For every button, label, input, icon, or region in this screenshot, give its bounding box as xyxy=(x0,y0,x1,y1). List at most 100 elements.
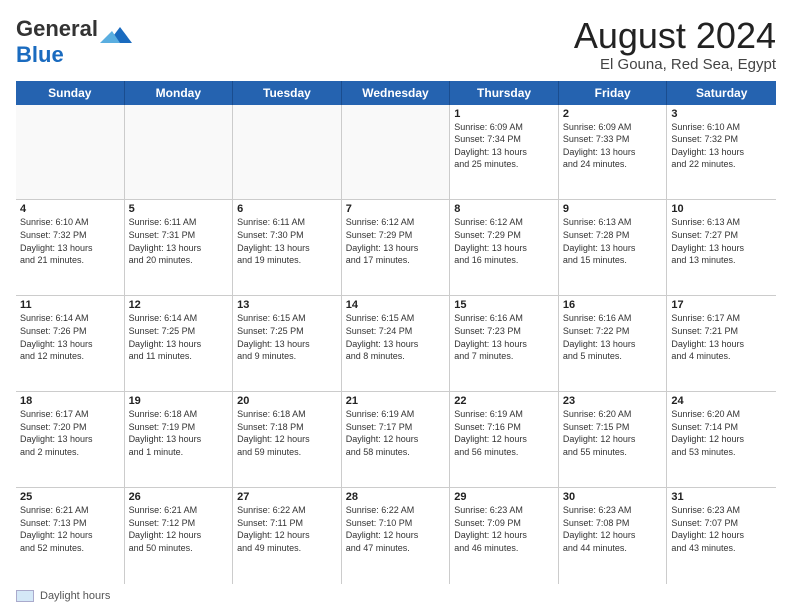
calendar-cell: 4Sunrise: 6:10 AM Sunset: 7:32 PM Daylig… xyxy=(16,200,125,295)
calendar-cell: 1Sunrise: 6:09 AM Sunset: 7:34 PM Daylig… xyxy=(450,105,559,200)
day-number: 11 xyxy=(20,299,120,311)
calendar-cell: 30Sunrise: 6:23 AM Sunset: 7:08 PM Dayli… xyxy=(559,488,668,584)
day-number: 27 xyxy=(237,491,337,503)
calendar-cell: 31Sunrise: 6:23 AM Sunset: 7:07 PM Dayli… xyxy=(667,488,776,584)
footer: Daylight hours xyxy=(16,590,776,602)
calendar-cell: 10Sunrise: 6:13 AM Sunset: 7:27 PM Dayli… xyxy=(667,200,776,295)
cell-info: Sunrise: 6:20 AM Sunset: 7:14 PM Dayligh… xyxy=(671,408,772,458)
calendar-row: 18Sunrise: 6:17 AM Sunset: 7:20 PM Dayli… xyxy=(16,392,776,488)
calendar-cell xyxy=(16,105,125,200)
calendar-cell: 2Sunrise: 6:09 AM Sunset: 7:33 PM Daylig… xyxy=(559,105,668,200)
header-day-saturday: Saturday xyxy=(667,81,776,105)
cell-info: Sunrise: 6:16 AM Sunset: 7:22 PM Dayligh… xyxy=(563,312,663,362)
day-number: 15 xyxy=(454,299,554,311)
calendar-cell: 9Sunrise: 6:13 AM Sunset: 7:28 PM Daylig… xyxy=(559,200,668,295)
cell-info: Sunrise: 6:22 AM Sunset: 7:11 PM Dayligh… xyxy=(237,504,337,554)
cell-info: Sunrise: 6:11 AM Sunset: 7:30 PM Dayligh… xyxy=(237,216,337,266)
header-day-thursday: Thursday xyxy=(450,81,559,105)
day-number: 6 xyxy=(237,203,337,215)
calendar-row: 4Sunrise: 6:10 AM Sunset: 7:32 PM Daylig… xyxy=(16,200,776,296)
day-number: 16 xyxy=(563,299,663,311)
day-number: 18 xyxy=(20,395,120,407)
cell-info: Sunrise: 6:15 AM Sunset: 7:25 PM Dayligh… xyxy=(237,312,337,362)
calendar: SundayMondayTuesdayWednesdayThursdayFrid… xyxy=(16,81,776,584)
day-number: 28 xyxy=(346,491,446,503)
day-number: 26 xyxy=(129,491,229,503)
logo-icon xyxy=(100,23,132,51)
day-number: 17 xyxy=(671,299,772,311)
day-number: 14 xyxy=(346,299,446,311)
day-number: 20 xyxy=(237,395,337,407)
title-block: August 2024 El Gouna, Red Sea, Egypt xyxy=(574,16,776,73)
cell-info: Sunrise: 6:14 AM Sunset: 7:25 PM Dayligh… xyxy=(129,312,229,362)
calendar-cell: 5Sunrise: 6:11 AM Sunset: 7:31 PM Daylig… xyxy=(125,200,234,295)
cell-info: Sunrise: 6:09 AM Sunset: 7:33 PM Dayligh… xyxy=(563,121,663,171)
calendar-cell: 27Sunrise: 6:22 AM Sunset: 7:11 PM Dayli… xyxy=(233,488,342,584)
page: General Blue August 2024 El Gouna, Red S… xyxy=(0,0,792,612)
calendar-cell: 21Sunrise: 6:19 AM Sunset: 7:17 PM Dayli… xyxy=(342,392,451,487)
day-number: 5 xyxy=(129,203,229,215)
cell-info: Sunrise: 6:10 AM Sunset: 7:32 PM Dayligh… xyxy=(671,121,772,171)
calendar-cell: 20Sunrise: 6:18 AM Sunset: 7:18 PM Dayli… xyxy=(233,392,342,487)
calendar-cell: 18Sunrise: 6:17 AM Sunset: 7:20 PM Dayli… xyxy=(16,392,125,487)
day-number: 25 xyxy=(20,491,120,503)
cell-info: Sunrise: 6:09 AM Sunset: 7:34 PM Dayligh… xyxy=(454,121,554,171)
logo-general: General xyxy=(16,16,98,41)
logo: General Blue xyxy=(16,16,132,68)
header-day-friday: Friday xyxy=(559,81,668,105)
day-number: 22 xyxy=(454,395,554,407)
calendar-cell: 6Sunrise: 6:11 AM Sunset: 7:30 PM Daylig… xyxy=(233,200,342,295)
cell-info: Sunrise: 6:21 AM Sunset: 7:13 PM Dayligh… xyxy=(20,504,120,554)
cell-info: Sunrise: 6:23 AM Sunset: 7:08 PM Dayligh… xyxy=(563,504,663,554)
day-number: 30 xyxy=(563,491,663,503)
cell-info: Sunrise: 6:16 AM Sunset: 7:23 PM Dayligh… xyxy=(454,312,554,362)
calendar-cell: 29Sunrise: 6:23 AM Sunset: 7:09 PM Dayli… xyxy=(450,488,559,584)
calendar-cell: 15Sunrise: 6:16 AM Sunset: 7:23 PM Dayli… xyxy=(450,296,559,391)
daylight-swatch xyxy=(16,590,34,602)
cell-info: Sunrise: 6:23 AM Sunset: 7:09 PM Dayligh… xyxy=(454,504,554,554)
calendar-cell: 22Sunrise: 6:19 AM Sunset: 7:16 PM Dayli… xyxy=(450,392,559,487)
cell-info: Sunrise: 6:14 AM Sunset: 7:26 PM Dayligh… xyxy=(20,312,120,362)
cell-info: Sunrise: 6:18 AM Sunset: 7:18 PM Dayligh… xyxy=(237,408,337,458)
calendar-cell: 26Sunrise: 6:21 AM Sunset: 7:12 PM Dayli… xyxy=(125,488,234,584)
calendar-cell: 24Sunrise: 6:20 AM Sunset: 7:14 PM Dayli… xyxy=(667,392,776,487)
day-number: 12 xyxy=(129,299,229,311)
month-title: August 2024 xyxy=(574,16,776,56)
logo-blue: Blue xyxy=(16,42,64,67)
day-number: 1 xyxy=(454,108,554,120)
calendar-cell: 23Sunrise: 6:20 AM Sunset: 7:15 PM Dayli… xyxy=(559,392,668,487)
header: General Blue August 2024 El Gouna, Red S… xyxy=(16,16,776,73)
calendar-cell: 13Sunrise: 6:15 AM Sunset: 7:25 PM Dayli… xyxy=(233,296,342,391)
calendar-cell: 12Sunrise: 6:14 AM Sunset: 7:25 PM Dayli… xyxy=(125,296,234,391)
cell-info: Sunrise: 6:10 AM Sunset: 7:32 PM Dayligh… xyxy=(20,216,120,266)
calendar-cell: 14Sunrise: 6:15 AM Sunset: 7:24 PM Dayli… xyxy=(342,296,451,391)
day-number: 2 xyxy=(563,108,663,120)
cell-info: Sunrise: 6:17 AM Sunset: 7:20 PM Dayligh… xyxy=(20,408,120,458)
cell-info: Sunrise: 6:12 AM Sunset: 7:29 PM Dayligh… xyxy=(346,216,446,266)
calendar-row: 25Sunrise: 6:21 AM Sunset: 7:13 PM Dayli… xyxy=(16,488,776,584)
calendar-cell: 25Sunrise: 6:21 AM Sunset: 7:13 PM Dayli… xyxy=(16,488,125,584)
calendar-cell xyxy=(233,105,342,200)
cell-info: Sunrise: 6:13 AM Sunset: 7:27 PM Dayligh… xyxy=(671,216,772,266)
calendar-cell: 28Sunrise: 6:22 AM Sunset: 7:10 PM Dayli… xyxy=(342,488,451,584)
daylight-label: Daylight hours xyxy=(40,590,110,602)
calendar-cell xyxy=(342,105,451,200)
header-day-sunday: Sunday xyxy=(16,81,125,105)
cell-info: Sunrise: 6:19 AM Sunset: 7:17 PM Dayligh… xyxy=(346,408,446,458)
calendar-row: 11Sunrise: 6:14 AM Sunset: 7:26 PM Dayli… xyxy=(16,296,776,392)
day-number: 23 xyxy=(563,395,663,407)
cell-info: Sunrise: 6:22 AM Sunset: 7:10 PM Dayligh… xyxy=(346,504,446,554)
location: El Gouna, Red Sea, Egypt xyxy=(574,56,776,73)
cell-info: Sunrise: 6:23 AM Sunset: 7:07 PM Dayligh… xyxy=(671,504,772,554)
day-number: 3 xyxy=(671,108,772,120)
calendar-cell: 8Sunrise: 6:12 AM Sunset: 7:29 PM Daylig… xyxy=(450,200,559,295)
calendar-cell: 17Sunrise: 6:17 AM Sunset: 7:21 PM Dayli… xyxy=(667,296,776,391)
cell-info: Sunrise: 6:12 AM Sunset: 7:29 PM Dayligh… xyxy=(454,216,554,266)
calendar-cell: 11Sunrise: 6:14 AM Sunset: 7:26 PM Dayli… xyxy=(16,296,125,391)
day-number: 31 xyxy=(671,491,772,503)
calendar-cell: 16Sunrise: 6:16 AM Sunset: 7:22 PM Dayli… xyxy=(559,296,668,391)
calendar-cell: 3Sunrise: 6:10 AM Sunset: 7:32 PM Daylig… xyxy=(667,105,776,200)
cell-info: Sunrise: 6:17 AM Sunset: 7:21 PM Dayligh… xyxy=(671,312,772,362)
day-number: 7 xyxy=(346,203,446,215)
day-number: 24 xyxy=(671,395,772,407)
